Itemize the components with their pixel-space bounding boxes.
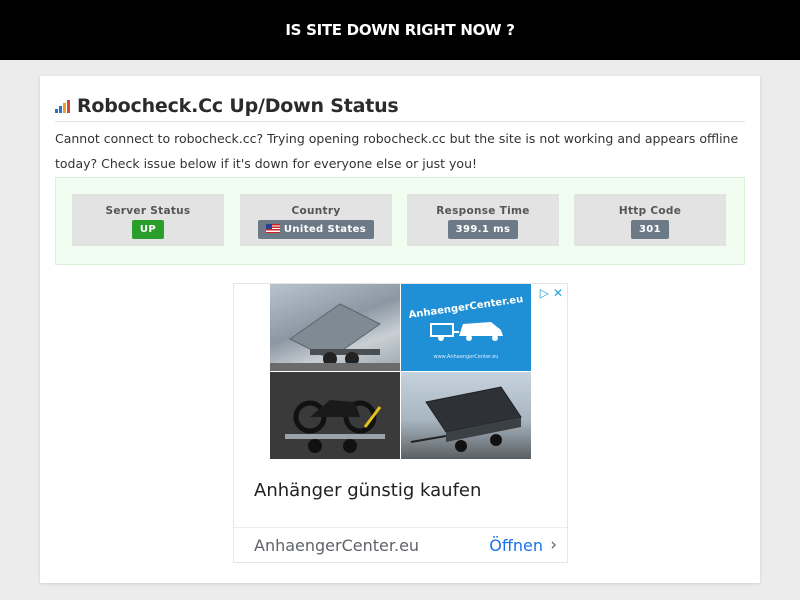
ad-domain[interactable]: AnhaengerCenter.eu — [254, 536, 419, 555]
close-icon[interactable]: ✕ — [553, 286, 563, 300]
signal-bars-icon — [55, 100, 70, 113]
site-title[interactable]: IS SITE DOWN RIGHT NOW ? — [285, 21, 515, 39]
country-box: Country United States — [240, 194, 392, 246]
ad-headline[interactable]: Anhänger günstig kaufen — [254, 480, 481, 501]
http-code-box: Http Code 301 — [574, 194, 726, 246]
server-status-label: Server Status — [105, 205, 191, 217]
motorcycle-illustration — [270, 372, 400, 459]
site-header: IS SITE DOWN RIGHT NOW ? — [0, 0, 800, 60]
ad-image-box-trailer[interactable] — [401, 372, 531, 459]
box-trailer-illustration — [410, 386, 522, 452]
chevron-right-icon[interactable]: › — [550, 535, 557, 555]
status-panel: Server Status UP Country United States R… — [55, 177, 745, 265]
response-time-badge: 399.1 ms — [447, 220, 519, 239]
adchoices-play-icon[interactable]: ▷ — [540, 286, 549, 300]
ad-image-brand[interactable]: AnhaengerCenter.eu www.AnhaengerCenter.e… — [401, 284, 531, 371]
response-time-label: Response Time — [436, 205, 530, 217]
trailer-illustration — [270, 303, 400, 371]
card-title-row: Robocheck.Cc Up/Down Status — [55, 90, 745, 122]
server-status-box: Server Status UP — [72, 194, 224, 246]
ad-footer[interactable]: AnhaengerCenter.eu Öffnen › — [234, 527, 567, 562]
country-value: United States — [283, 224, 367, 235]
server-status-badge: UP — [131, 220, 165, 239]
country-label: Country — [291, 205, 341, 217]
ad-image-trailer-tipper[interactable] — [270, 284, 400, 371]
us-flag-icon — [265, 224, 280, 233]
status-description: Cannot connect to robocheck.cc? Trying o… — [55, 131, 739, 171]
ad-open-button[interactable]: Öffnen — [489, 536, 543, 555]
response-time-box: Response Time 399.1 ms — [407, 194, 559, 246]
ad-image-motorcycle-trailer[interactable] — [270, 372, 400, 459]
ad-image-brand-url: www.AnhaengerCenter.eu — [433, 354, 499, 360]
ad-image-grid[interactable]: AnhaengerCenter.eu www.AnhaengerCenter.e… — [270, 284, 532, 460]
advertisement[interactable]: ▷ ✕ AnhaengerCenter.eu www.AnhaengerCent… — [233, 283, 568, 563]
http-code-badge: 301 — [630, 220, 670, 239]
adchoices[interactable]: ▷ ✕ — [540, 286, 563, 300]
country-badge: United States — [257, 220, 375, 239]
page-title: Robocheck.Cc Up/Down Status — [77, 94, 399, 117]
http-code-label: Http Code — [618, 205, 682, 217]
status-card: Robocheck.Cc Up/Down Status Cannot conne… — [40, 76, 760, 583]
